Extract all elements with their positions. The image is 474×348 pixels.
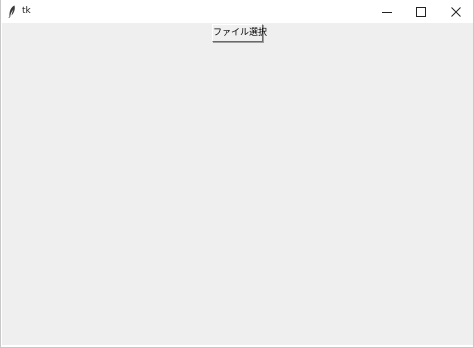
minimize-button[interactable] [370, 0, 404, 23]
close-button[interactable] [439, 0, 473, 23]
app-window: tk ファイル選択 [0, 0, 474, 348]
close-icon [451, 6, 461, 17]
tk-feather-icon [8, 5, 15, 18]
maximize-icon [416, 6, 426, 17]
client-area: ファイル選択 [2, 23, 473, 345]
maximize-button[interactable] [404, 0, 438, 23]
minimize-icon [382, 11, 392, 13]
title-bar[interactable]: tk [1, 0, 473, 23]
window-title: tk [22, 6, 31, 16]
file-select-button[interactable]: ファイル選択 [212, 24, 267, 42]
